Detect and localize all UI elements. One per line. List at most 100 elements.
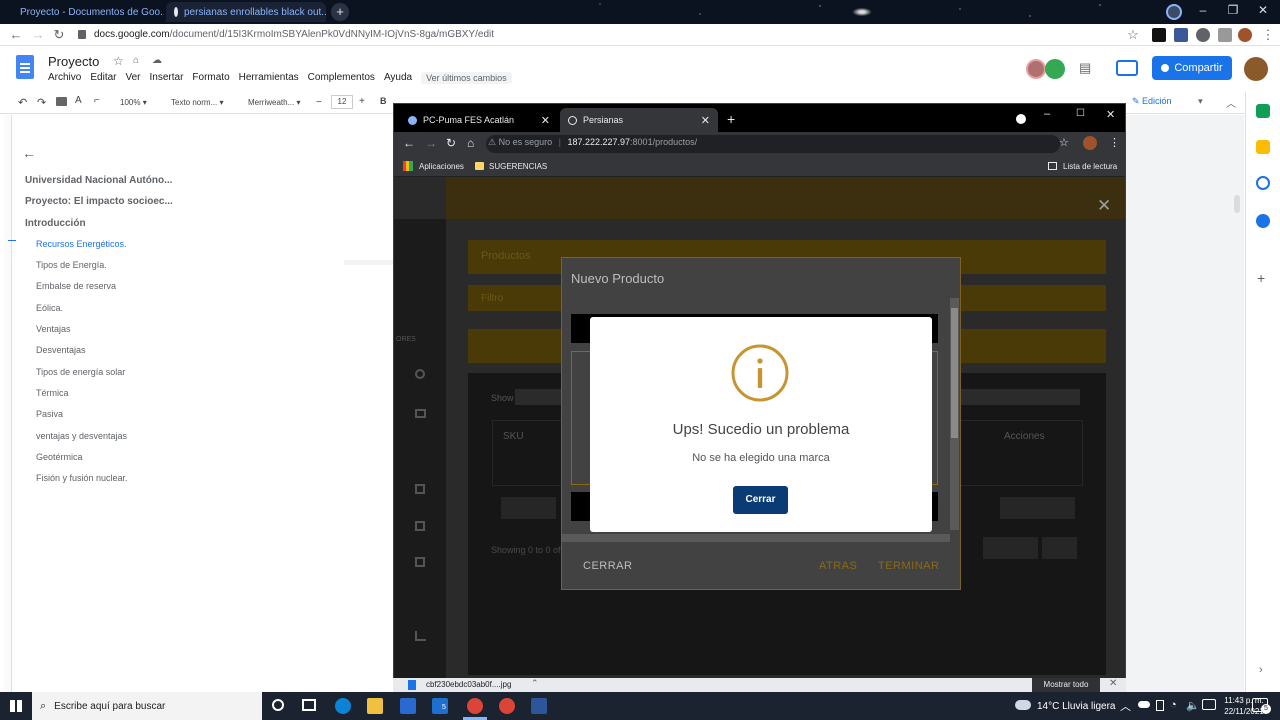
bookmark-sugerencias[interactable]: SUGERENCIAS: [489, 162, 547, 171]
keep-icon[interactable]: [1256, 140, 1270, 154]
chrome-icon[interactable]: [499, 698, 515, 714]
move-folder-icon[interactable]: ⌂: [133, 55, 139, 66]
close-overlay-icon[interactable]: ✕: [1097, 196, 1111, 216]
docs-logo-icon[interactable]: [16, 55, 34, 79]
decrease-size-icon[interactable]: −: [316, 97, 322, 108]
next-button[interactable]: [1042, 537, 1077, 559]
close-download-bar-icon[interactable]: ✕: [1109, 678, 1117, 689]
maximize-icon[interactable]: ❐: [1218, 3, 1248, 17]
taskbar-search[interactable]: ⌕ Escribe aquí para buscar: [32, 692, 262, 720]
outline-item[interactable]: Fisión y fusión nuclear.: [25, 468, 185, 489]
url-field[interactable]: docs.google.com/document/d/15I3KrmoImSBY…: [94, 27, 494, 43]
store-icon[interactable]: [400, 698, 416, 714]
finish-button[interactable]: TERMINAR: [878, 560, 939, 572]
reload-icon[interactable]: ↻: [51, 27, 67, 43]
bookmark-star-icon[interactable]: ☆: [1125, 27, 1141, 43]
minimize-icon[interactable]: –: [1188, 3, 1218, 17]
increase-size-icon[interactable]: +: [359, 96, 365, 107]
menu-herramientas[interactable]: Herramientas: [239, 72, 299, 84]
menu-formato[interactable]: Formato: [192, 72, 229, 84]
tasks-icon[interactable]: [1256, 176, 1270, 190]
outline-item[interactable]: Eólica.: [25, 298, 185, 319]
url-field[interactable]: ⚠ No es seguro | 187.222.227.97:8001/pro…: [488, 137, 697, 148]
account-avatar[interactable]: [1244, 57, 1268, 81]
share-button[interactable]: Compartir: [1152, 56, 1232, 80]
document-title[interactable]: Proyecto: [48, 54, 99, 69]
zoom-select[interactable]: 100% ▾: [120, 98, 147, 107]
close-alert-button[interactable]: Cerrar: [733, 486, 788, 514]
undo-icon[interactable]: ↶: [18, 96, 27, 109]
table-button[interactable]: [501, 497, 556, 519]
add-addon-icon[interactable]: +: [1257, 270, 1265, 286]
sheets-icon[interactable]: [1256, 104, 1270, 118]
comments-icon[interactable]: ▤: [1079, 60, 1091, 76]
home-icon[interactable]: ⌂: [467, 136, 474, 150]
style-select[interactable]: Texto norm... ▾: [171, 98, 224, 107]
profile-avatar-icon[interactable]: [1238, 28, 1252, 42]
minimize-icon[interactable]: –: [1044, 108, 1050, 120]
close-icon[interactable]: ✕: [541, 114, 550, 127]
present-icon[interactable]: [1116, 60, 1138, 76]
network-icon[interactable]: ◔: [1170, 699, 1177, 711]
paint-format-icon[interactable]: ⌐: [94, 95, 100, 106]
download-item[interactable]: cbf230ebdc03ab0f....jpg: [426, 680, 511, 689]
outline-item[interactable]: Térmica: [25, 383, 185, 404]
bold-icon[interactable]: B: [380, 96, 387, 106]
bookmark-aplicaciones[interactable]: Aplicaciones: [419, 162, 464, 171]
back-button[interactable]: ATRAS: [819, 560, 857, 572]
menu-ayuda[interactable]: Ayuda: [384, 72, 412, 84]
back-icon[interactable]: ←: [403, 136, 415, 150]
tray-chevron-icon[interactable]: ︿: [1120, 698, 1131, 714]
windows-start-icon[interactable]: [10, 700, 22, 712]
keyboard-icon[interactable]: [1202, 699, 1216, 710]
star-icon[interactable]: ☆: [113, 54, 124, 68]
outline-item[interactable]: Geotérmica: [25, 447, 185, 468]
menu-insertar[interactable]: Insertar: [150, 72, 184, 84]
document-page[interactable]: [344, 115, 394, 260]
close-modal-button[interactable]: CERRAR: [583, 560, 632, 572]
document-page[interactable]: [344, 265, 394, 692]
close-outline-icon[interactable]: ←: [22, 145, 36, 161]
image-icon[interactable]: [415, 409, 426, 418]
modal-hscrollbar[interactable]: [562, 534, 950, 542]
file-explorer-icon[interactable]: [367, 698, 383, 714]
maximize-icon[interactable]: ☐: [1076, 108, 1085, 119]
extension-facebook-icon[interactable]: [1174, 28, 1188, 42]
collapse-menu-icon[interactable]: ︿: [1226, 95, 1236, 110]
reading-list-button[interactable]: Lista de lectura: [1063, 162, 1117, 171]
profile-icon[interactable]: [1166, 4, 1182, 20]
onedrive-icon[interactable]: [1138, 701, 1150, 708]
forward-icon[interactable]: →: [30, 27, 46, 43]
reload-icon[interactable]: ↻: [446, 136, 456, 150]
weather-text[interactable]: 14°C Lluvia ligera: [1037, 701, 1116, 712]
chrome-menu-icon[interactable]: ⋮: [1109, 136, 1120, 149]
new-tab-button[interactable]: +: [331, 3, 349, 21]
contacts-icon[interactable]: [1256, 214, 1270, 228]
collaborator-avatar[interactable]: [1026, 59, 1046, 79]
forward-icon[interactable]: →: [425, 136, 437, 150]
new-tab-button[interactable]: +: [727, 111, 735, 127]
table-button[interactable]: [1000, 497, 1075, 519]
outline-item[interactable]: Universidad Nacional Autóno...: [25, 170, 185, 191]
font-select[interactable]: Merriweath... ▾: [248, 98, 300, 107]
outline-item[interactable]: Tipos de energía solar: [25, 362, 185, 383]
redo-icon[interactable]: ↷: [37, 96, 46, 109]
edge-icon[interactable]: [335, 698, 351, 714]
entries-select[interactable]: [515, 389, 561, 405]
outline-item[interactable]: Introducción: [25, 213, 185, 234]
volume-icon[interactable]: 🔈: [1186, 699, 1200, 712]
chrome-icon[interactable]: [467, 698, 483, 714]
outline-item[interactable]: ventajas y desventajas: [25, 426, 185, 447]
scrollbar-thumb[interactable]: [1234, 195, 1240, 213]
menu-complementos[interactable]: Complementos: [308, 72, 375, 84]
search-input[interactable]: [944, 389, 1080, 405]
close-icon[interactable]: ✕: [701, 114, 710, 127]
spellcheck-icon[interactable]: A: [75, 95, 82, 106]
word-icon[interactable]: [531, 698, 547, 714]
back-icon[interactable]: ←: [8, 27, 24, 43]
tab-persianas[interactable]: Persianas ✕: [560, 108, 718, 132]
outline-item[interactable]: Pasiva: [25, 404, 185, 425]
outline-item[interactable]: Ventajas: [25, 319, 185, 340]
tab-search-icon[interactable]: [1016, 114, 1026, 124]
outline-item[interactable]: Desventajas: [25, 340, 185, 361]
